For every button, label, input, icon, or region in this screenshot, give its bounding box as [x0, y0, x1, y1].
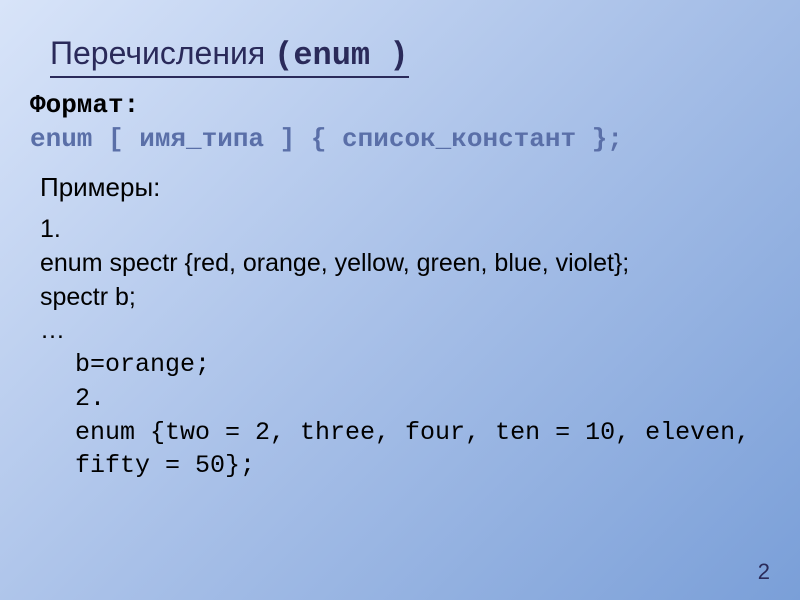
title-text: Перечисления: [50, 35, 265, 71]
format-syntax: enum [ имя_типа ] { список_констант };: [30, 124, 770, 154]
title-keyword: (enum ): [274, 37, 408, 74]
example-2-number: 2.: [40, 382, 770, 416]
example-1-line-4: b=orange;: [40, 348, 770, 382]
example-2-line-1: enum {two = 2, three, four, ten = 10, el…: [40, 416, 770, 484]
page-number: 2: [758, 559, 770, 585]
examples-label: Примеры:: [40, 172, 770, 203]
format-label: Формат:: [30, 90, 770, 120]
example-1-line-1: enum spectr {red, orange, yellow, green,…: [40, 247, 770, 281]
example-1-line-2: spectr b;: [40, 281, 770, 315]
example-1-line-3: …: [40, 314, 770, 348]
examples-section: Примеры: 1. enum spectr {red, orange, ye…: [30, 172, 770, 483]
page-title: Перечисления (enum ): [50, 35, 409, 78]
example-1-number: 1.: [40, 213, 770, 247]
